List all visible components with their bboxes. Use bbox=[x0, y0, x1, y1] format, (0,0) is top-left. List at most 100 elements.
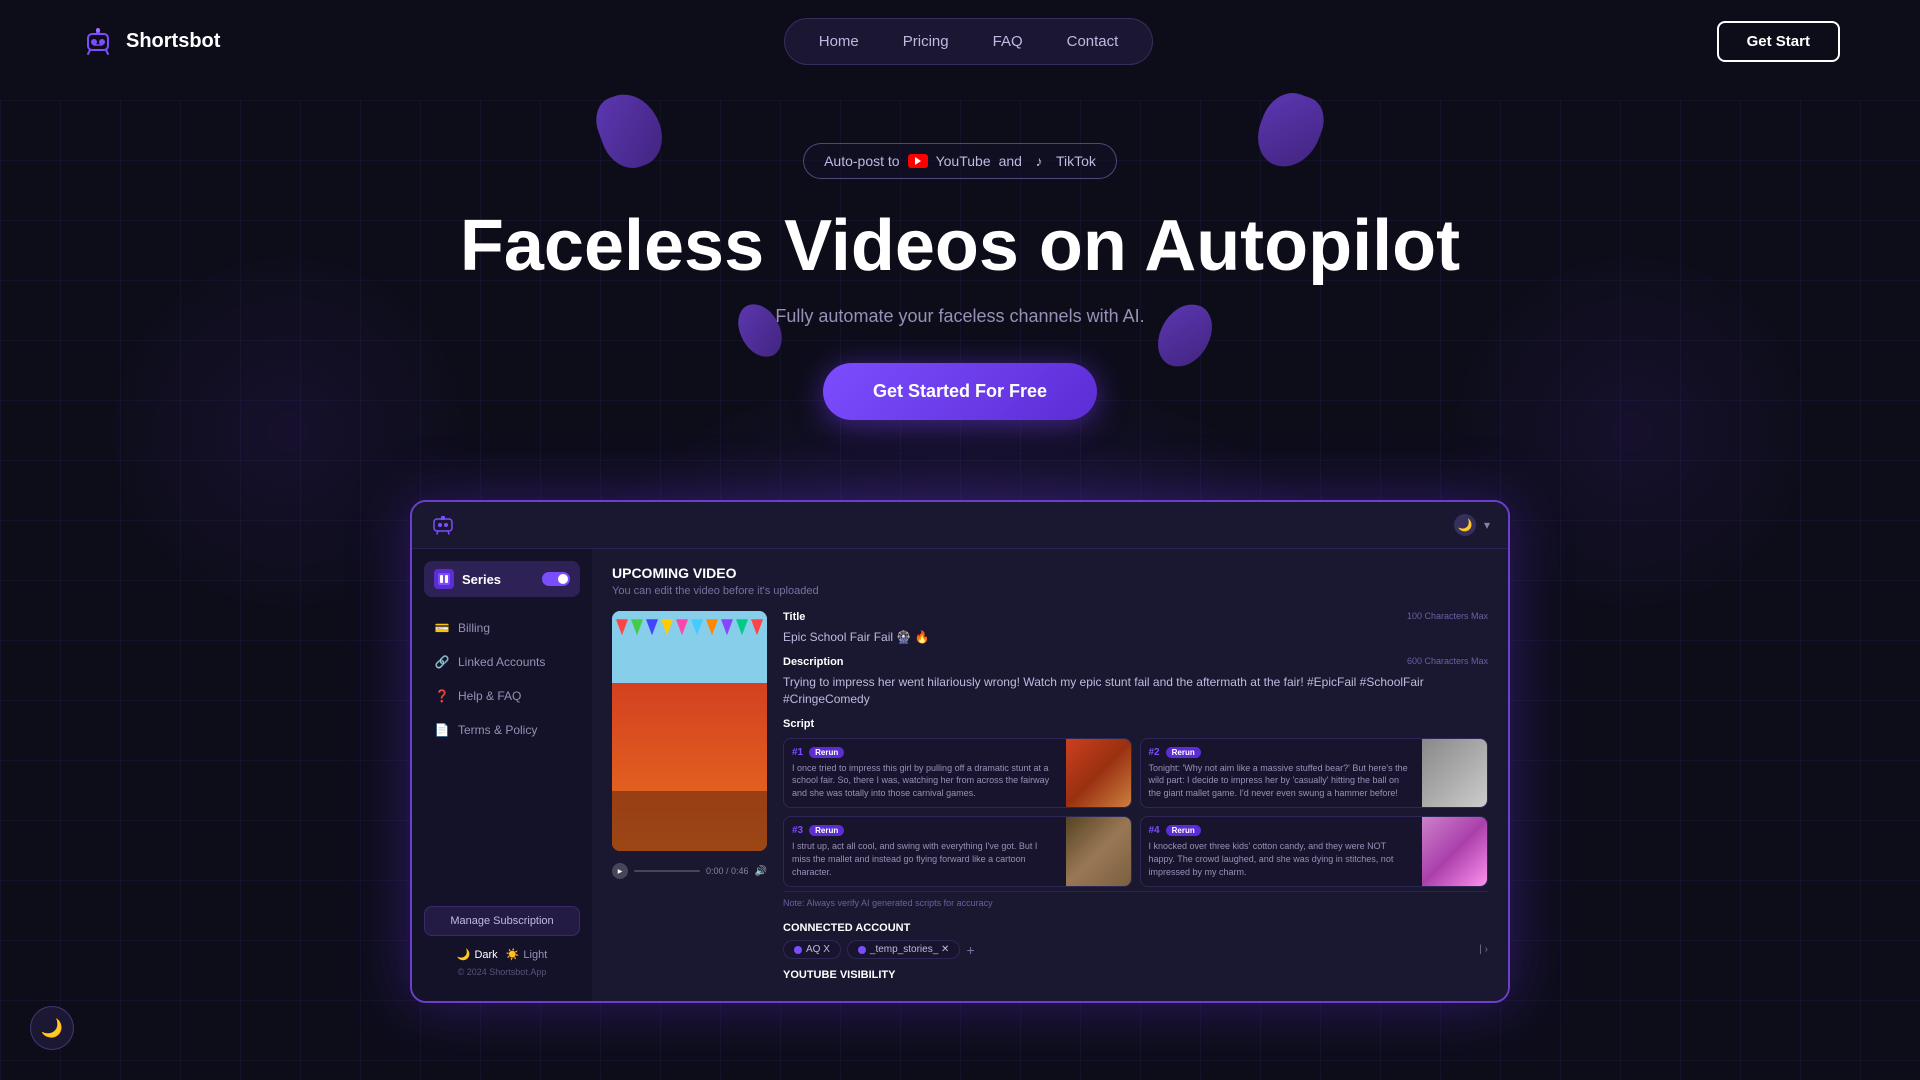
script-text-2: #2 Rerun Tonight: 'Why not aim like a ma… bbox=[1141, 739, 1423, 808]
nav-pricing[interactable]: Pricing bbox=[885, 27, 967, 56]
script-num-4: #4 Rerun bbox=[1149, 825, 1415, 836]
flag bbox=[751, 619, 763, 635]
flag bbox=[736, 619, 748, 635]
series-icon bbox=[434, 569, 454, 589]
billing-icon: 💳 bbox=[434, 621, 450, 635]
get-start-button[interactable]: Get Start bbox=[1717, 21, 1840, 62]
flag bbox=[631, 619, 643, 635]
video-time: 0:00 / 0:46 bbox=[706, 866, 749, 876]
app-topbar: 🌙 ▾ bbox=[412, 502, 1508, 549]
connected-label: CONNECTED ACCOUNT bbox=[783, 922, 1488, 934]
script-cell-4: #4 Rerun I knocked over three kids' cott… bbox=[1140, 816, 1489, 887]
title-row: Title 100 Characters Max bbox=[783, 611, 1488, 623]
script-num-1: #1 Rerun bbox=[792, 747, 1058, 758]
rerun-badge-1[interactable]: Rerun bbox=[809, 747, 844, 758]
script-cell-2: #2 Rerun Tonight: 'Why not aim like a ma… bbox=[1140, 738, 1489, 809]
cta-button[interactable]: Get Started For Free bbox=[823, 363, 1097, 420]
separator-line: | › bbox=[1479, 944, 1488, 955]
script-image-1 bbox=[1066, 739, 1131, 808]
theme-toggle: 🌙 Dark ☀️ Light bbox=[424, 948, 580, 961]
dark-icon: 🌙 bbox=[457, 948, 471, 961]
flag bbox=[706, 619, 718, 635]
moon-icon[interactable]: 🌙 bbox=[1454, 514, 1476, 536]
upcoming-subtitle: You can edit the video before it's uploa… bbox=[612, 585, 1488, 597]
sidebar-item-help[interactable]: ❓ Help & FAQ bbox=[424, 681, 580, 711]
script-cell-1: #1 Rerun I once tried to impress this gi… bbox=[783, 738, 1132, 809]
nav-faq[interactable]: FAQ bbox=[975, 27, 1041, 56]
dark-mode-toggle[interactable]: 🌙 bbox=[30, 1006, 74, 1050]
sidebar-top: Series 💳 Billing 🔗 Linked Accounts bbox=[412, 561, 592, 749]
sidebar-terms-label: Terms & Policy bbox=[458, 723, 537, 737]
volume-icon[interactable]: 🔊 bbox=[755, 866, 767, 877]
autopost-badge: Auto-post to YouTube and ♪ TikTok bbox=[803, 143, 1117, 179]
logo-area: Shortsbot bbox=[80, 24, 220, 60]
script-body-3: I strut up, act all cool, and swing with… bbox=[792, 840, 1058, 878]
script-body-4: I knocked over three kids' cotton candy,… bbox=[1149, 840, 1415, 878]
manage-subscription-button[interactable]: Manage Subscription bbox=[424, 906, 580, 936]
script-text-4: #4 Rerun I knocked over three kids' cott… bbox=[1141, 817, 1423, 886]
hero-section: Auto-post to YouTube and ♪ TikTok Facele… bbox=[0, 83, 1920, 460]
desc-value[interactable]: Trying to impress her went hilariously w… bbox=[783, 674, 1488, 708]
sidebar-item-billing[interactable]: 💳 Billing bbox=[424, 613, 580, 643]
script-num-2: #2 Rerun bbox=[1149, 747, 1415, 758]
sidebar-bottom: Manage Subscription 🌙 Dark ☀️ Light bbox=[412, 894, 592, 989]
title-char-max: 100 Characters Max bbox=[1407, 611, 1488, 623]
sidebar-item-linked-accounts[interactable]: 🔗 Linked Accounts bbox=[424, 647, 580, 677]
title-value[interactable]: Epic School Fair Fail 🎡 🔥 bbox=[783, 629, 1488, 646]
video-info-panel: Title 100 Characters Max Epic School Fai… bbox=[783, 611, 1488, 985]
sidebar-item-terms[interactable]: 📄 Terms & Policy bbox=[424, 715, 580, 745]
script-body-1: I once tried to impress this girl by pul… bbox=[792, 762, 1058, 800]
account-name-2: _temp_stories_ ✕ bbox=[870, 944, 950, 955]
hero-title: Faceless Videos on Autopilot bbox=[20, 207, 1900, 286]
connected-right: | › bbox=[1479, 944, 1488, 955]
video-crowd bbox=[612, 791, 767, 851]
navbar: Shortsbot Home Pricing FAQ Contact Get S… bbox=[0, 0, 1920, 83]
app-body: Series 💳 Billing 🔗 Linked Accounts bbox=[412, 549, 1508, 1001]
flag bbox=[676, 619, 688, 635]
desc-row: Description 600 Characters Max bbox=[783, 656, 1488, 668]
chevron-down-icon: ▾ bbox=[1484, 518, 1490, 532]
app-frame: 🌙 ▾ bbox=[410, 500, 1510, 1003]
rerun-badge-3[interactable]: Rerun bbox=[809, 825, 844, 836]
sidebar-footer: © 2024 Shortsbot.App bbox=[424, 961, 580, 977]
title-label: Title bbox=[783, 611, 805, 623]
brand-name: Shortsbot bbox=[126, 30, 220, 53]
app-main-content: UPCOMING VIDEO You can edit the video be… bbox=[592, 549, 1508, 1001]
rerun-badge-4[interactable]: Rerun bbox=[1166, 825, 1201, 836]
badge-text: Auto-post to bbox=[824, 153, 900, 169]
flag bbox=[691, 619, 703, 635]
decorative-blob-tl bbox=[589, 85, 671, 176]
video-progress-bar: ▶ 0:00 / 0:46 🔊 bbox=[612, 859, 767, 883]
sidebar-linked-label: Linked Accounts bbox=[458, 655, 545, 669]
script-text-1: #1 Rerun I once tried to impress this gi… bbox=[784, 739, 1066, 808]
rerun-badge-2[interactable]: Rerun bbox=[1166, 747, 1201, 758]
script-text-3: #3 Rerun I strut up, act all cool, and s… bbox=[784, 817, 1066, 886]
account-tag-2[interactable]: _temp_stories_ ✕ bbox=[847, 940, 961, 959]
script-image-2 bbox=[1422, 739, 1487, 808]
upcoming-title: UPCOMING VIDEO bbox=[612, 565, 1488, 581]
script-cell-3: #3 Rerun I strut up, act all cool, and s… bbox=[783, 816, 1132, 887]
sidebar-series[interactable]: Series bbox=[424, 561, 580, 597]
progress-track[interactable] bbox=[634, 870, 700, 872]
logo-icon bbox=[80, 24, 116, 60]
connected-section: CONNECTED ACCOUNT AQ X _temp bbox=[783, 922, 1488, 981]
hero-subtitle: Fully automate your faceless channels wi… bbox=[20, 306, 1900, 327]
light-theme-button[interactable]: ☀️ Light bbox=[506, 948, 548, 961]
dark-theme-button[interactable]: 🌙 Dark bbox=[457, 948, 498, 961]
badge-tt: TikTok bbox=[1056, 153, 1096, 169]
script-image-4 bbox=[1422, 817, 1487, 886]
series-toggle[interactable] bbox=[542, 572, 570, 586]
account-tag-1[interactable]: AQ X bbox=[783, 940, 841, 959]
flag bbox=[616, 619, 628, 635]
nav-contact[interactable]: Contact bbox=[1049, 27, 1137, 56]
add-account-button[interactable]: + bbox=[966, 942, 974, 958]
desc-char-max: 600 Characters Max bbox=[1407, 656, 1488, 668]
content-grid: ▶ 0:00 / 0:46 🔊 bbox=[612, 611, 1488, 985]
play-button[interactable]: ▶ bbox=[612, 863, 628, 879]
terms-icon: 📄 bbox=[434, 723, 450, 737]
youtube-icon bbox=[908, 154, 928, 168]
script-body-2: Tonight: 'Why not aim like a massive stu… bbox=[1149, 762, 1415, 800]
script-num-3: #3 Rerun bbox=[792, 825, 1058, 836]
nav-home[interactable]: Home bbox=[801, 27, 877, 56]
script-label: Script bbox=[783, 718, 1488, 730]
